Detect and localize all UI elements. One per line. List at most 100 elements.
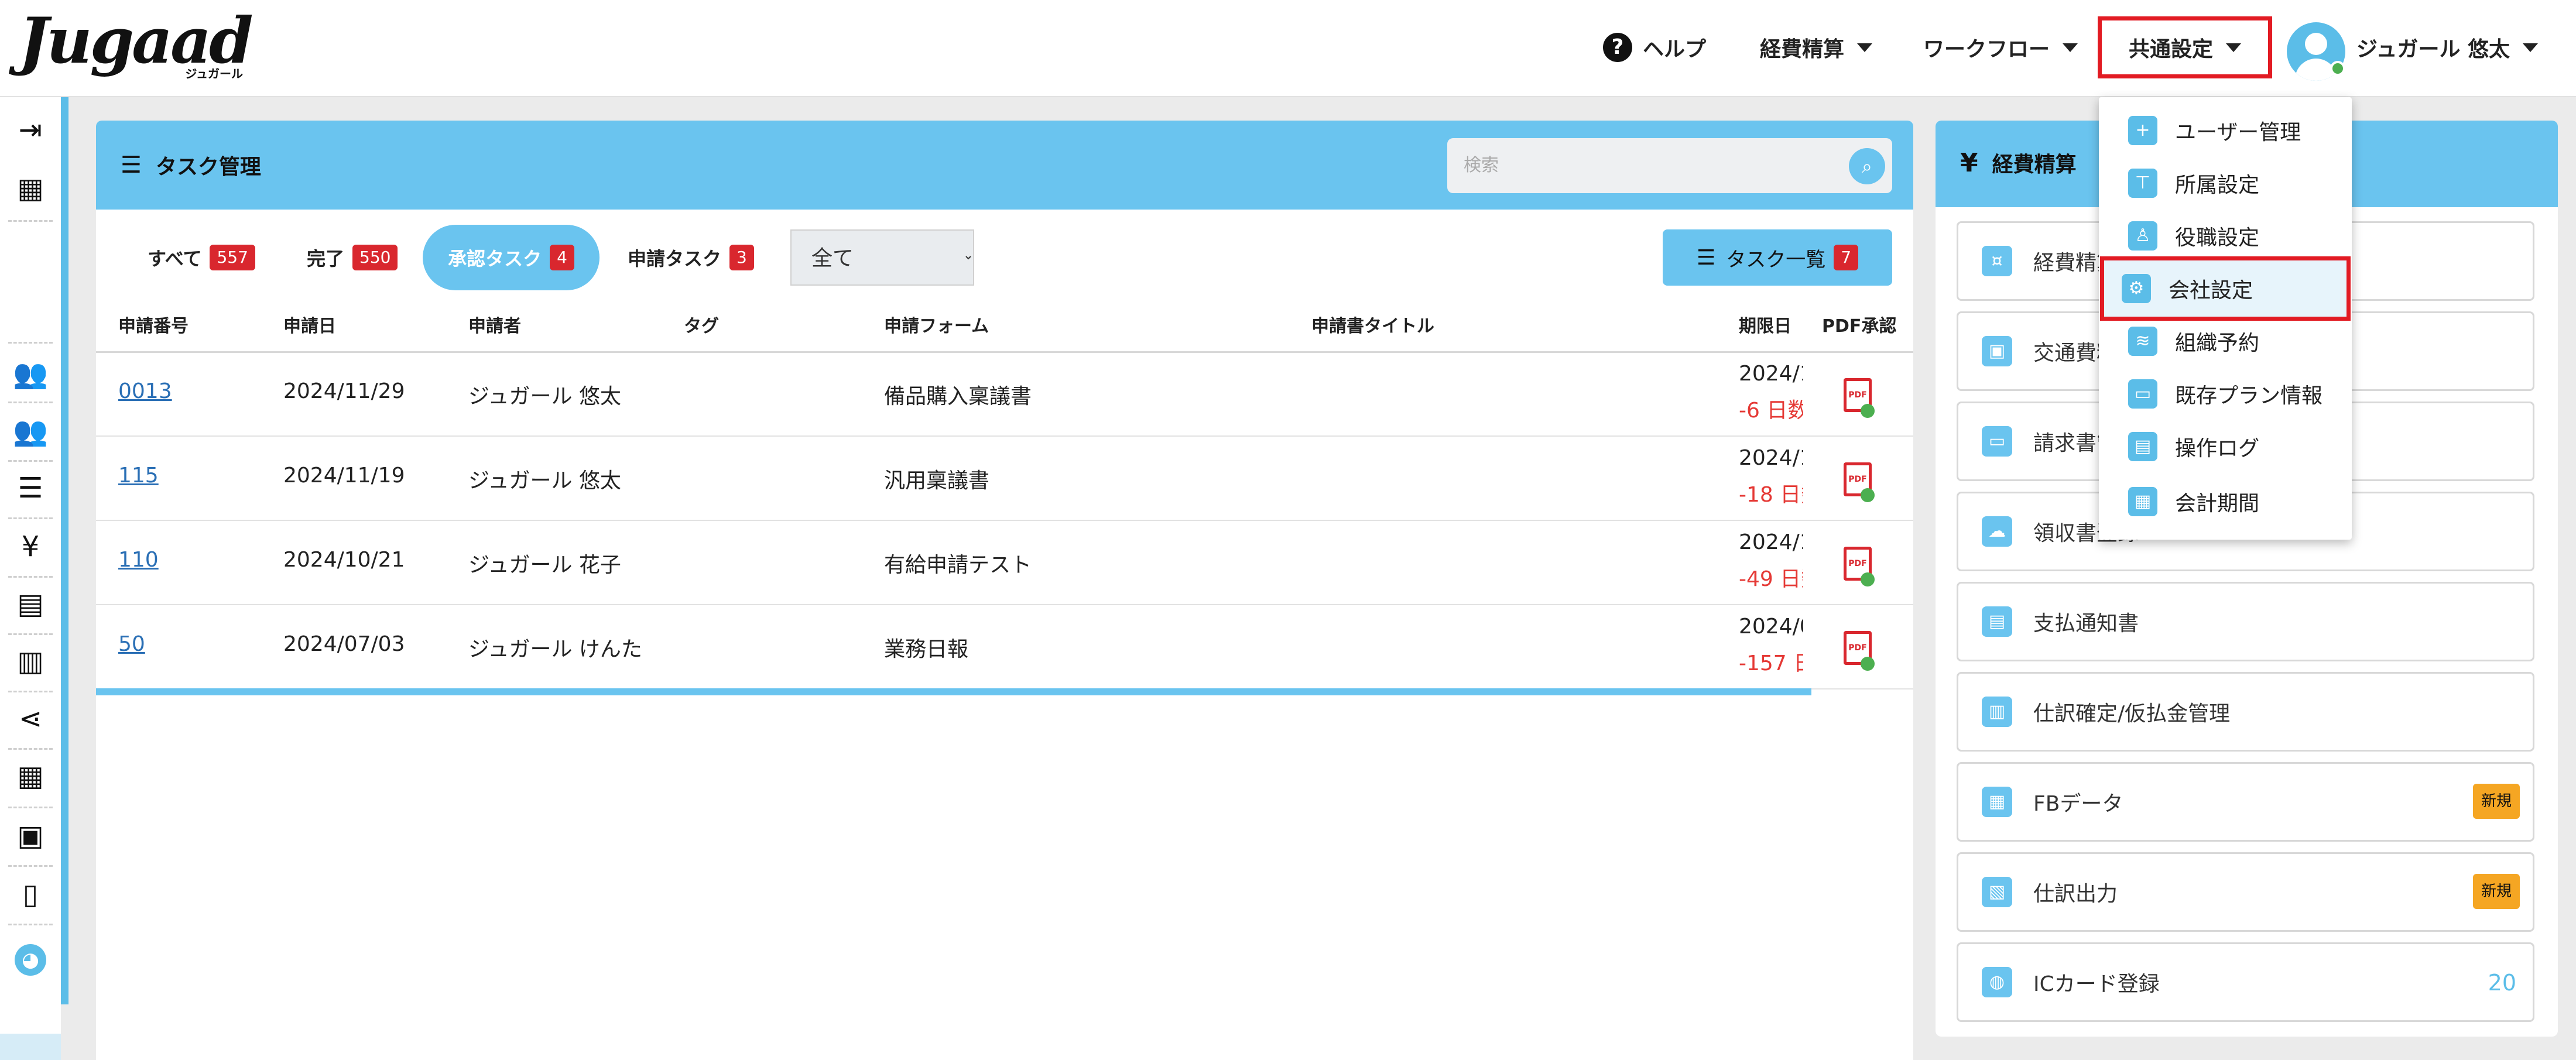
table-row[interactable]: 50 2024/07/03 ジュガール けんた 業務日報 2024/0 -157… bbox=[96, 605, 1913, 689]
tab-done[interactable]: 完了 550 bbox=[307, 225, 398, 290]
column-header-applicant[interactable]: 申請者 bbox=[468, 311, 521, 337]
logo-subtext: ジュガール bbox=[185, 67, 243, 81]
caret-down-icon bbox=[1857, 43, 1873, 52]
nav-workflow-menu[interactable]: ワークフロー bbox=[1923, 21, 2078, 74]
application-number-link[interactable]: 0013 bbox=[118, 379, 172, 403]
menu-item-user-management[interactable]: + ユーザー管理 bbox=[2099, 104, 2352, 157]
task-title-text: タスク管理 bbox=[155, 155, 261, 179]
share-icon[interactable]: ⋖ bbox=[13, 701, 48, 736]
menu-item-fiscal-period[interactable]: ▦ 会計期間 bbox=[2099, 475, 2352, 528]
column-header-title[interactable]: 申請書タイトル bbox=[1311, 311, 1434, 337]
menu-item-label: ユーザー管理 bbox=[2175, 121, 2301, 145]
nav-help[interactable]: ? ヘルプ bbox=[1603, 21, 1706, 74]
tab-all[interactable]: すべて 557 bbox=[148, 225, 255, 290]
menu-item-operation-log[interactable]: ▤ 操作ログ bbox=[2099, 420, 2352, 473]
tab-approval-label: 承認タスク bbox=[448, 248, 542, 270]
invoice-icon[interactable]: ▥ bbox=[13, 644, 48, 679]
card-icon: ▭ bbox=[1982, 426, 2012, 457]
application-date: 2024/11/29 bbox=[283, 379, 405, 403]
users-icon[interactable]: 👥 bbox=[13, 356, 48, 391]
nav-expense-menu[interactable]: 経費精算 bbox=[1760, 21, 1873, 74]
task-list-button[interactable]: ☰ タスク一覧 7 bbox=[1663, 229, 1892, 286]
application-number-link[interactable]: 110 bbox=[118, 548, 159, 572]
nav-help-label: ヘルプ bbox=[1643, 37, 1707, 61]
sidebar-divider bbox=[8, 807, 53, 808]
export-icon: ▧ bbox=[1982, 877, 2012, 907]
building-icon[interactable]: ▦ bbox=[13, 171, 48, 206]
task-panel-header: ☰ タスク管理 ⌕ bbox=[96, 121, 1913, 210]
column-header-number[interactable]: 申請番号 bbox=[118, 311, 189, 337]
menu-item-org-reservation[interactable]: ≋ 組織予約 bbox=[2099, 315, 2352, 368]
application-number-link[interactable]: 115 bbox=[118, 464, 159, 488]
form-name: 業務日報 bbox=[884, 637, 969, 661]
sidebar-divider bbox=[8, 865, 53, 867]
table-row[interactable]: 110 2024/10/21 ジュガール 花子 有給申請テスト 2024/1 -… bbox=[96, 521, 1913, 605]
table-grid-icon[interactable]: ▦ bbox=[13, 759, 48, 794]
expense-item-ic-card[interactable]: ◍ ICカード登録 20 bbox=[1957, 942, 2534, 1022]
avatar-head bbox=[2305, 33, 2327, 55]
application-number-link[interactable]: 50 bbox=[118, 632, 145, 656]
nav-common-settings-label: 共通設定 bbox=[2128, 37, 2213, 61]
palette-icon[interactable]: ◕ bbox=[15, 944, 46, 976]
menu-item-affiliation[interactable]: ⊤ 所属設定 bbox=[2099, 157, 2352, 210]
sidebar-divider bbox=[8, 924, 53, 925]
menu-item-position[interactable]: ♙ 役職設定 bbox=[2099, 210, 2352, 262]
money-icon: ¤ bbox=[1982, 246, 2012, 276]
sidebar-accent-bar bbox=[61, 97, 68, 1004]
book-open-icon[interactable]: ▯ bbox=[13, 877, 48, 912]
applicant-name: ジュガール けんた bbox=[468, 637, 642, 661]
sidebar-active-item[interactable] bbox=[0, 1034, 61, 1060]
expense-item-payment-notice[interactable]: ▤ 支払通知書 bbox=[1957, 582, 2534, 661]
expense-item-fb-data[interactable]: ▦ FBデータ 新規 bbox=[1957, 762, 2534, 842]
column-header-date[interactable]: 申請日 bbox=[283, 311, 336, 337]
left-sidebar: ⇥ ▦ 👥 👥 ☰ ¥ ▤ ▥ ⋖ ▦ ▣ ▯ bbox=[0, 97, 61, 1060]
new-badge: 新規 bbox=[2472, 874, 2520, 909]
nav-common-settings-menu[interactable]: 共通設定 bbox=[2098, 16, 2272, 78]
task-list-button-label: タスク一覧 bbox=[1726, 248, 1826, 272]
menu-item-plan-info[interactable]: ▭ 既存プラン情報 bbox=[2099, 368, 2352, 420]
column-header-tag[interactable]: タグ bbox=[684, 311, 719, 337]
users-group-icon[interactable]: 👥 bbox=[13, 413, 48, 448]
menu-item-company-settings[interactable]: ⚙ 会社設定 bbox=[2100, 256, 2351, 321]
tab-approval-tasks[interactable]: 承認タスク 4 bbox=[423, 225, 600, 290]
online-status-dot bbox=[2330, 61, 2345, 76]
due-days-remaining: -6 日数 bbox=[1739, 399, 1803, 423]
sidebar-divider bbox=[8, 460, 53, 462]
search-input[interactable] bbox=[1447, 138, 1892, 193]
new-badge: 新規 bbox=[2472, 784, 2520, 819]
jugaad-logo[interactable]: Jugaad ジュガール bbox=[19, 9, 254, 85]
search-icon[interactable]: ⌕ bbox=[1849, 148, 1885, 184]
expense-item-label: FBデータ bbox=[2033, 792, 2123, 816]
expense-panel-title: ¥ 経費精算 bbox=[1960, 147, 2077, 178]
expense-item-label: 支払通知書 bbox=[2033, 612, 2139, 636]
menu-item-label: 操作ログ bbox=[2175, 437, 2260, 461]
nav-user-menu[interactable]: ジュガール 悠太 bbox=[2356, 21, 2539, 74]
sidebar-divider bbox=[8, 633, 53, 635]
table-horizontal-scrollbar[interactable] bbox=[96, 688, 1811, 695]
expense-item-label: ICカード登録 bbox=[2033, 972, 2160, 996]
status-filter-select[interactable]: 全て bbox=[790, 229, 974, 286]
menu-item-label: 会計期間 bbox=[2175, 492, 2260, 516]
tab-all-count: 557 bbox=[210, 245, 255, 270]
expense-item-journal-export[interactable]: ▧ 仕訳出力 新規 bbox=[1957, 852, 2534, 932]
list-icon[interactable]: ☰ bbox=[13, 471, 48, 506]
table-row[interactable]: 115 2024/11/19 ジュガール 悠太 汎用稟議書 2024/1 -18… bbox=[96, 437, 1913, 521]
library-icon[interactable]: ▣ bbox=[13, 818, 48, 853]
check-badge-icon bbox=[1861, 657, 1875, 671]
column-header-due[interactable]: 期限日 bbox=[1739, 311, 1791, 337]
sidebar-divider bbox=[8, 691, 53, 692]
column-header-form[interactable]: 申請フォーム bbox=[884, 311, 989, 337]
nav-expense-label: 経費精算 bbox=[1760, 37, 1845, 61]
org-tree-icon: ⊤ bbox=[2128, 169, 2157, 198]
table-row[interactable]: 0013 2024/11/29 ジュガール 悠太 備品購入稟議書 2024/1 … bbox=[96, 352, 1913, 437]
expense-item-label: 仕訳出力 bbox=[2033, 882, 2118, 906]
yen-icon[interactable]: ¥ bbox=[13, 529, 48, 564]
cloud-upload-icon: ☁ bbox=[1982, 516, 2012, 547]
collapse-sidebar-icon[interactable]: ⇥ bbox=[13, 112, 48, 147]
receipt-icon[interactable]: ▤ bbox=[13, 586, 48, 622]
tab-request-tasks[interactable]: 申請タスク 3 bbox=[628, 225, 754, 290]
column-header-pdf-approval[interactable]: PDF承認 bbox=[1822, 311, 1896, 337]
common-settings-dropdown: + ユーザー管理 ⊤ 所属設定 ♙ 役職設定 ⚙ 会社設定 ≋ 組織予約 ▭ 既… bbox=[2099, 97, 2352, 540]
expense-item-journal[interactable]: ▥ 仕訳確定/仮払金管理 bbox=[1957, 672, 2534, 752]
due-date: 2024/1 bbox=[1739, 530, 1803, 554]
